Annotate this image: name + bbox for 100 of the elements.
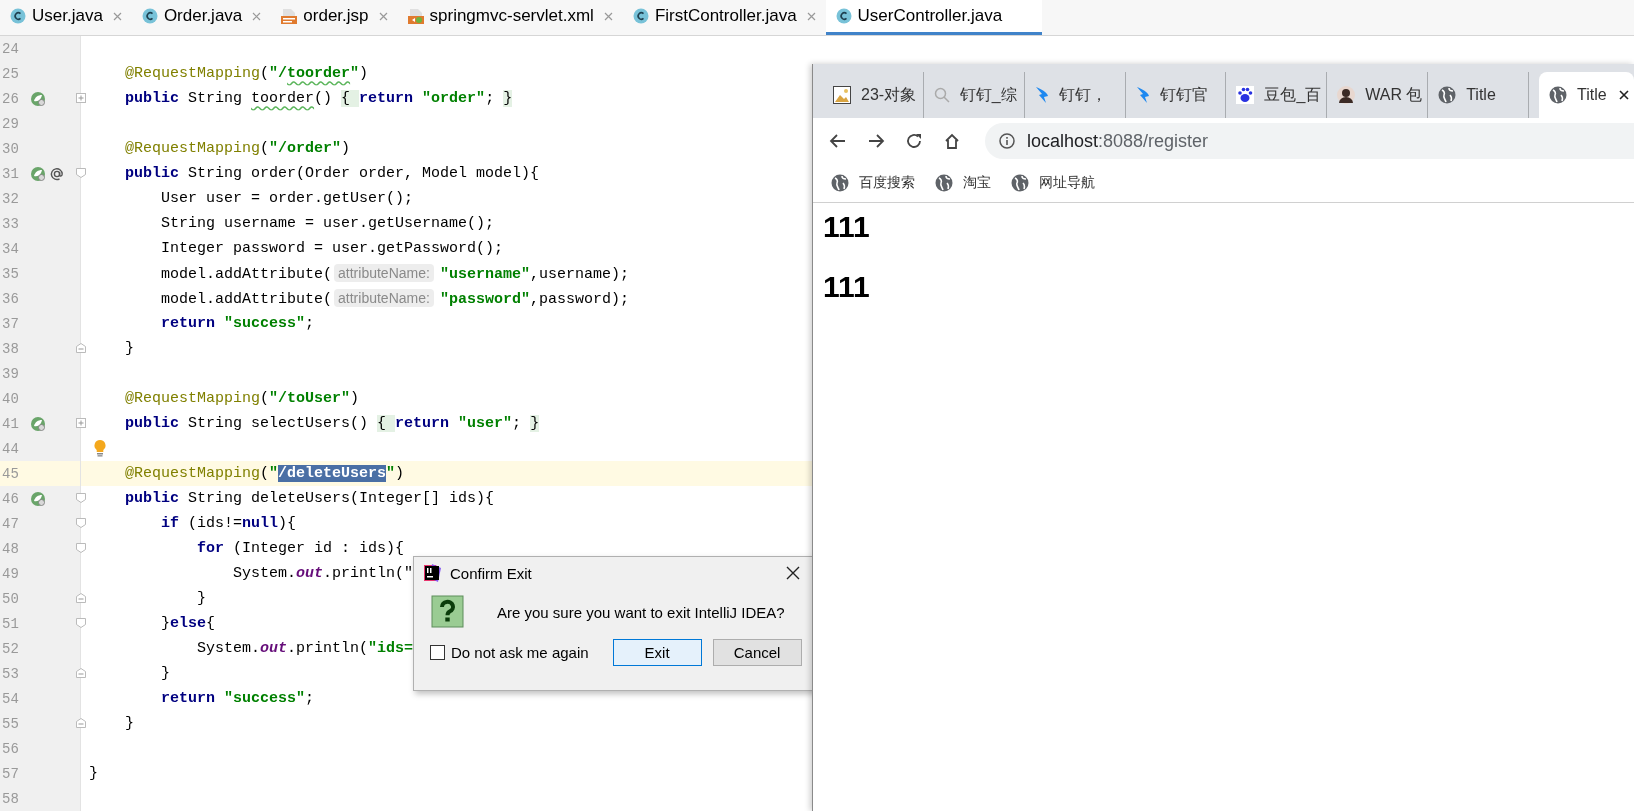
close-icon[interactable] xyxy=(786,566,800,580)
browser-tab[interactable]: 豆包_百 xyxy=(1226,72,1328,118)
fold-marker-icon[interactable] xyxy=(76,593,86,603)
fold-marker-icon[interactable] xyxy=(76,493,86,503)
fold-marker-icon[interactable] xyxy=(76,343,86,353)
fold-marker-icon[interactable] xyxy=(76,518,86,528)
class-icon xyxy=(835,8,852,24)
fold-marker-icon[interactable] xyxy=(76,618,86,628)
reload-icon[interactable] xyxy=(905,132,923,150)
line-number: 38 xyxy=(1,340,20,357)
browser-tab[interactable]: 钉钉_综 xyxy=(923,72,1025,118)
lightbulb-icon[interactable] xyxy=(93,439,107,457)
editor-tab[interactable]: UserController.java xyxy=(825,0,1043,35)
line-number: 50 xyxy=(1,590,20,607)
search-icon xyxy=(933,87,950,103)
class-icon xyxy=(10,8,26,24)
browser-tab[interactable]: WAR 包 xyxy=(1327,72,1429,118)
back-icon[interactable] xyxy=(829,132,847,150)
globe-icon xyxy=(1549,86,1567,104)
image-icon xyxy=(833,86,851,104)
browser-tab[interactable]: Title xyxy=(1539,72,1634,118)
dialog-message: Are you sure you want to exit IntelliJ IDEA? xyxy=(497,603,785,621)
code-line: } xyxy=(196,590,207,607)
line-number: 55 xyxy=(1,715,20,732)
line-number: 52 xyxy=(1,640,20,657)
editor-tab[interactable]: springmvc-servlet.xml xyxy=(397,0,623,35)
question-icon xyxy=(431,595,465,629)
code-line: @RequestMapping("/order") xyxy=(124,140,351,157)
line-number: 45 xyxy=(1,465,20,482)
fold-marker-icon[interactable] xyxy=(76,543,86,553)
code-line: } xyxy=(89,765,98,782)
fold-marker-icon[interactable] xyxy=(76,418,86,428)
line-number: 31 xyxy=(1,165,20,182)
globe-icon xyxy=(831,174,849,192)
close-icon[interactable] xyxy=(1618,90,1629,100)
wing-icon xyxy=(1034,86,1049,104)
line-number: 40 xyxy=(1,390,20,407)
code-line: model.addAttribute( attributeName: "password",password); xyxy=(160,289,629,308)
browser-tab[interactable]: Title xyxy=(1428,72,1529,118)
line-number: 26 xyxy=(1,90,20,107)
fold-marker-icon[interactable] xyxy=(76,718,86,728)
bookmark[interactable]: 淘宝 xyxy=(935,174,991,192)
line-number: 56 xyxy=(1,740,20,757)
code-line: public String deleteUsers(Integer[] ids){ xyxy=(124,490,495,507)
code-line: } xyxy=(124,715,134,732)
page-heading: 111 xyxy=(823,209,871,245)
code-line: return "success"; xyxy=(160,690,315,707)
browser-tab[interactable]: 钉钉官 xyxy=(1125,72,1227,118)
line-number: 29 xyxy=(1,115,20,132)
info-icon xyxy=(999,133,1015,149)
xml-file-icon xyxy=(407,8,424,24)
avatar-icon xyxy=(1337,86,1356,104)
dialog-button[interactable]: Cancel xyxy=(712,639,802,666)
forward-icon[interactable] xyxy=(867,132,885,150)
home-icon[interactable] xyxy=(943,132,961,150)
globe-icon xyxy=(935,174,953,192)
line-number: 51 xyxy=(1,615,20,632)
code-line: if (ids!=null){ xyxy=(160,515,297,532)
code-line: @RequestMapping("/toUser") xyxy=(124,390,360,407)
code-line: return "success"; xyxy=(160,315,315,332)
code-line: for (Integer id : ids){ xyxy=(196,540,405,557)
fold-marker-icon[interactable] xyxy=(76,168,86,178)
checkbox[interactable]: Do not ask me again xyxy=(430,644,589,661)
line-number: 30 xyxy=(1,140,20,157)
globe-icon xyxy=(1011,174,1029,192)
line-number: 44 xyxy=(1,440,20,457)
line-number: 35 xyxy=(1,265,20,282)
line-number: 33 xyxy=(1,215,20,232)
line-number: 46 xyxy=(1,490,20,507)
dialog-button[interactable]: Exit xyxy=(612,639,702,666)
code-line: } xyxy=(160,665,170,682)
bookmark[interactable]: 网址导航 xyxy=(1011,174,1095,192)
code-line: String username = user.getUsername(); xyxy=(160,215,495,232)
code-line: public String toorder() { return "order"; } xyxy=(124,90,513,107)
code-line: } xyxy=(124,340,134,357)
line-number: 32 xyxy=(1,190,20,207)
code-line: model.addAttribute( attributeName: "username",username); xyxy=(160,264,629,283)
code-line: @RequestMapping("/toorder") xyxy=(124,65,369,82)
app-logo-icon xyxy=(422,563,442,583)
address-bar[interactable]: localhost:8088/register xyxy=(985,123,1634,159)
line-number: 34 xyxy=(1,240,20,257)
fold-marker-icon[interactable] xyxy=(76,668,86,678)
bookmark[interactable]: 百度搜索 xyxy=(831,174,915,192)
browser-tab[interactable]: 23-对象 xyxy=(823,72,924,118)
editor-tab[interactable]: order.jsp xyxy=(271,0,398,35)
code-line: @RequestMapping("/deleteUsers") xyxy=(124,465,405,482)
line-number: 48 xyxy=(1,540,20,557)
wing-icon xyxy=(1135,86,1150,104)
code-line: User user = order.getUser(); xyxy=(160,190,414,207)
fold-marker-icon[interactable] xyxy=(76,93,86,103)
editor-tab[interactable]: Order.java xyxy=(131,0,272,35)
code-line: }else{ xyxy=(160,615,216,632)
browser-tab[interactable]: 钉钉， xyxy=(1024,72,1126,118)
editor-tab[interactable]: User.java xyxy=(0,0,132,35)
code-line: Integer password = user.getPassword(); xyxy=(160,240,504,257)
code-line: public String selectUsers() { return "user"; } xyxy=(124,415,540,432)
line-number: 24 xyxy=(1,40,20,57)
globe-icon xyxy=(1438,86,1457,104)
editor-tab[interactable]: FirstController.java xyxy=(622,0,826,35)
paw-icon xyxy=(1236,86,1255,104)
